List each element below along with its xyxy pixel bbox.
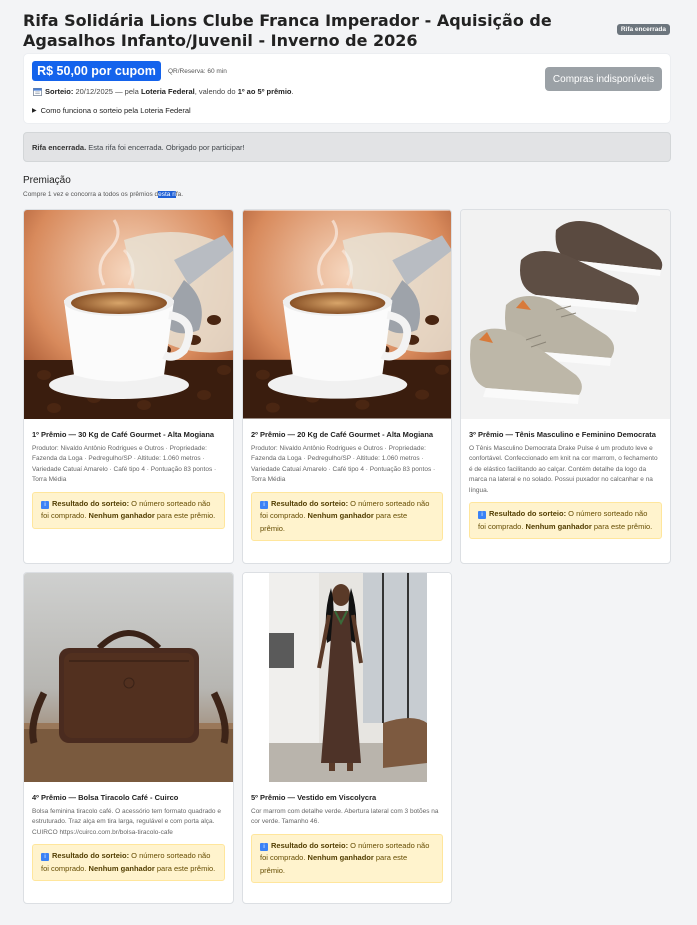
prize-description: Bolsa feminina tiracolo café. O acessóri… <box>32 807 221 836</box>
result-label: Resultado do sorteio: <box>52 851 130 860</box>
no-winner: Nenhum ganhador <box>307 853 374 862</box>
section-title: Premiação <box>23 175 71 186</box>
how-it-works-toggle[interactable]: ▶ Como funciona o sorteio pela Loteria F… <box>32 106 191 115</box>
page-header: Rifa Solidária Lions Clube Franca Impera… <box>23 11 673 51</box>
draw-valid: , valendo do <box>194 87 236 96</box>
price-badge: R$ 50,00 por cupom <box>32 61 161 81</box>
prize-image-sneakers <box>461 210 670 419</box>
result-label: Resultado do sorteio: <box>52 498 130 508</box>
info-icon: i <box>41 853 49 861</box>
prize-image-dress <box>243 573 451 782</box>
draw-info: Sorteio: 20/12/2025 — pela Loteria Feder… <box>33 87 294 96</box>
prize-body-5: 5º Prêmio — Vestido em Viscolycra Cor ma… <box>251 792 443 883</box>
prize-title: 3º Prêmio — Tênis Masculino e Feminino D… <box>469 430 656 439</box>
status-badge: Rifa encerrada <box>616 24 670 35</box>
no-winner: Nenhum ganhador <box>525 521 592 531</box>
prize-body-4: 4º Prêmio — Bolsa Tiracolo Café - Cuirco… <box>32 792 225 881</box>
result-text-end: para este prêmio. <box>154 511 216 520</box>
draw-source: Loteria Federal <box>140 87 195 96</box>
alert-bold: Rifa encerrada. <box>32 143 87 152</box>
prize-description: Produtor: Nivaldo Antônio Rodrigues e Ou… <box>32 444 217 484</box>
info-icon: i <box>260 842 268 851</box>
section-subtitle: Compre 1 vez e concorra a todos os prêmi… <box>23 191 183 198</box>
prize-title: 1º Prêmio — 30 Kg de Café Gourmet - Alta… <box>32 430 215 439</box>
draw-date: 20/12/2025 <box>75 87 113 96</box>
prize-description: Produtor: Nivaldo Antônio Rodrigues e Ou… <box>251 444 436 484</box>
draw-end: . <box>291 87 294 96</box>
prize-card-3: 3º Prêmio — Tênis Masculino e Feminino D… <box>460 209 671 564</box>
prize-title: 4º Prêmio — Bolsa Tiracolo Café - Cuirco <box>32 793 179 802</box>
no-winner: Nenhum ganhador <box>88 863 155 873</box>
result-label: Resultado do sorteio: <box>271 840 349 850</box>
prize-card-5: 5º Prêmio — Vestido em Viscolycra Cor ma… <box>242 572 452 904</box>
draw-result-box: i Resultado do sorteio: O número sorteado… <box>469 502 662 539</box>
info-icon: i <box>41 500 49 509</box>
no-winner: Nenhum ganhador <box>307 511 374 520</box>
prize-description: O Tênis Masculino Democrata Drake Pulse … <box>469 444 658 494</box>
subtitle-selected: esta ri <box>158 191 176 198</box>
draw-range: 1º ao 5º prêmio <box>237 87 292 96</box>
qr-reservation-note: QR/Reserva: 60 min <box>168 68 227 75</box>
prize-description: Cor marrom com detalhe verde. Abertura l… <box>251 807 439 826</box>
subtitle-pre: Compre 1 vez e concorra a todos os prêmi… <box>23 191 159 198</box>
prize-body-3: 3º Prêmio — Tênis Masculino e Feminino D… <box>469 429 662 539</box>
draw-result-box: i Resultado do sorteio: O número sorteado… <box>251 491 443 541</box>
raffle-closed-alert: Rifa encerrada. Esta rifa foi encerrada.… <box>23 132 671 162</box>
prize-title: 2º Prêmio — 20 Kg de Café Gourmet - Alta… <box>251 430 434 439</box>
subtitle-post: fa. <box>175 191 184 198</box>
result-text-end: para este prêmio. <box>591 521 653 531</box>
draw-label: Sorteio: <box>45 87 74 96</box>
info-icon: i <box>260 500 268 509</box>
calendar-icon <box>33 87 42 96</box>
info-icon: i <box>478 511 486 519</box>
prize-card-2: 2º Prêmio — 20 Kg de Café Gourmet - Alta… <box>242 209 452 564</box>
draw-result-box: i Resultado do sorteio: O número sorteado… <box>251 833 443 883</box>
disclosure-triangle-icon: ▶ <box>32 108 37 114</box>
prize-image-handbag <box>24 573 233 782</box>
how-it-works-label: Como funciona o sorteio pela Loteria Fed… <box>40 106 191 115</box>
prize-body-1: 1º Prêmio — 30 Kg de Café Gourmet - Alta… <box>32 429 225 529</box>
prize-card-1: 1º Prêmio — 30 Kg de Café Gourmet - Alta… <box>23 209 234 564</box>
page-title: Rifa Solidária Lions Clube Franca Impera… <box>23 11 552 50</box>
prize-image-coffee <box>243 210 451 419</box>
alert-text: Esta rifa foi encerrada. Obrigado por pa… <box>86 143 245 152</box>
draw-result-box: i Resultado do sorteio: O número sorteado… <box>32 491 225 529</box>
result-label: Resultado do sorteio: <box>489 509 567 518</box>
prize-body-2: 2º Prêmio — 20 Kg de Café Gourmet - Alta… <box>251 429 443 541</box>
buy-button-disabled[interactable]: Compras indisponíveis <box>545 67 662 91</box>
prize-title: 5º Prêmio — Vestido em Viscolycra <box>251 793 377 802</box>
result-label: Resultado do sorteio: <box>271 498 349 508</box>
no-winner: Nenhum ganhador <box>88 511 155 520</box>
prize-image-coffee <box>24 210 233 419</box>
draw-sep: — pela <box>115 87 139 96</box>
result-text-end: para este prêmio. <box>154 863 216 873</box>
prize-card-4: 4º Prêmio — Bolsa Tiracolo Café - Cuirco… <box>23 572 234 904</box>
draw-result-box: i Resultado do sorteio: O número sorteado… <box>32 844 225 881</box>
raffle-info-card: R$ 50,00 por cupom QR/Reserva: 60 min So… <box>23 53 671 124</box>
